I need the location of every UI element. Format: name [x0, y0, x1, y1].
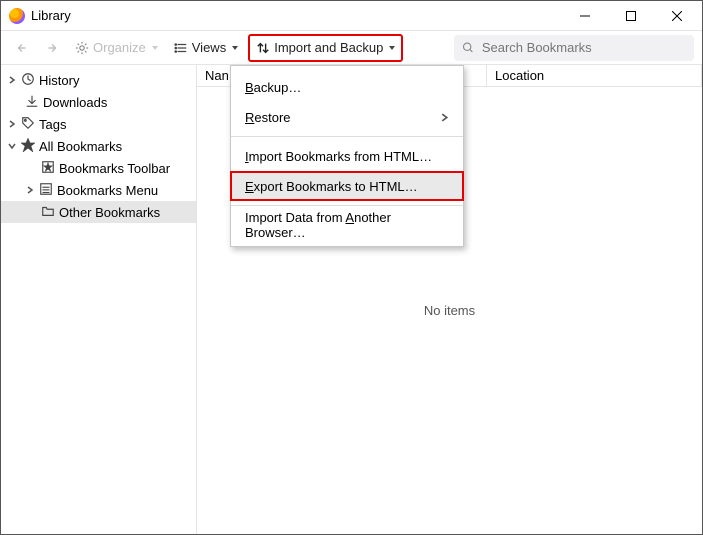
sidebar-item-bookmarks-toolbar[interactable]: Bookmarks Toolbar — [1, 157, 196, 179]
views-button[interactable]: Views — [168, 35, 244, 61]
column-header-location[interactable]: Location — [487, 65, 702, 86]
organize-label: Organize — [93, 40, 146, 55]
sidebar-item-label: Downloads — [43, 95, 107, 110]
menu-item-export-html[interactable]: Export Bookmarks to HTML… — [230, 171, 464, 201]
gear-icon — [75, 41, 89, 55]
sidebar-item-label: Tags — [39, 117, 66, 132]
menu-item-import-html[interactable]: Import Bookmarks from HTML… — [231, 141, 463, 171]
sidebar-item-all-bookmarks[interactable]: All Bookmarks — [1, 135, 196, 157]
sidebar-item-bookmarks-menu[interactable]: Bookmarks Menu — [1, 179, 196, 201]
sidebar-item-other-bookmarks[interactable]: Other Bookmarks — [1, 201, 196, 223]
forward-button[interactable] — [39, 35, 65, 61]
firefox-icon — [9, 8, 25, 24]
chevron-down-icon — [389, 46, 395, 50]
maximize-button[interactable] — [608, 1, 654, 31]
menu-item-restore[interactable]: Restore — [231, 102, 463, 132]
titlebar: Library — [1, 1, 702, 31]
bookmark-toolbar-icon — [41, 160, 55, 177]
list-icon — [174, 41, 188, 55]
chevron-right-icon[interactable] — [7, 119, 17, 129]
menu-separator — [231, 136, 463, 137]
close-button[interactable] — [654, 1, 700, 31]
import-backup-label: Import and Backup — [274, 40, 383, 55]
sidebar-item-label: Other Bookmarks — [59, 205, 160, 220]
chevron-right-icon[interactable] — [25, 185, 35, 195]
views-label: Views — [192, 40, 226, 55]
import-export-icon — [256, 41, 270, 55]
download-icon — [25, 94, 39, 111]
window-title: Library — [31, 8, 562, 23]
menu-separator — [231, 205, 463, 206]
organize-button[interactable]: Organize — [69, 35, 164, 61]
window-controls — [562, 1, 700, 31]
chevron-right-icon[interactable] — [7, 75, 17, 85]
sidebar-item-label: Bookmarks Menu — [57, 183, 158, 198]
tag-icon — [21, 116, 35, 133]
sidebar-item-downloads[interactable]: Downloads — [1, 91, 196, 113]
chevron-down-icon — [152, 46, 158, 50]
menu-item-backup[interactable]: Backup… — [231, 72, 463, 102]
search-input[interactable] — [482, 40, 686, 55]
back-button[interactable] — [9, 35, 35, 61]
search-icon — [462, 41, 474, 54]
folder-icon — [41, 204, 55, 221]
chevron-right-icon — [440, 110, 449, 125]
chevron-down-icon — [232, 46, 238, 50]
sidebar-item-label: All Bookmarks — [39, 139, 122, 154]
import-backup-button[interactable]: Import and Backup — [248, 34, 403, 62]
sidebar: History Downloads Tags All Bookmarks Boo… — [1, 65, 197, 534]
search-container — [454, 35, 694, 61]
sidebar-item-label: History — [39, 73, 79, 88]
clock-icon — [21, 72, 35, 89]
minimize-button[interactable] — [562, 1, 608, 31]
menu-item-import-other-browser[interactable]: Import Data from Another Browser… — [231, 210, 463, 240]
sidebar-item-tags[interactable]: Tags — [1, 113, 196, 135]
star-icon — [21, 138, 35, 155]
sidebar-item-label: Bookmarks Toolbar — [59, 161, 170, 176]
toolbar: Organize Views Import and Backup — [1, 31, 702, 65]
import-backup-menu: Backup… Restore Import Bookmarks from HT… — [230, 65, 464, 247]
chevron-down-icon[interactable] — [7, 141, 17, 151]
sidebar-item-history[interactable]: History — [1, 69, 196, 91]
bookmark-menu-icon — [39, 182, 53, 199]
